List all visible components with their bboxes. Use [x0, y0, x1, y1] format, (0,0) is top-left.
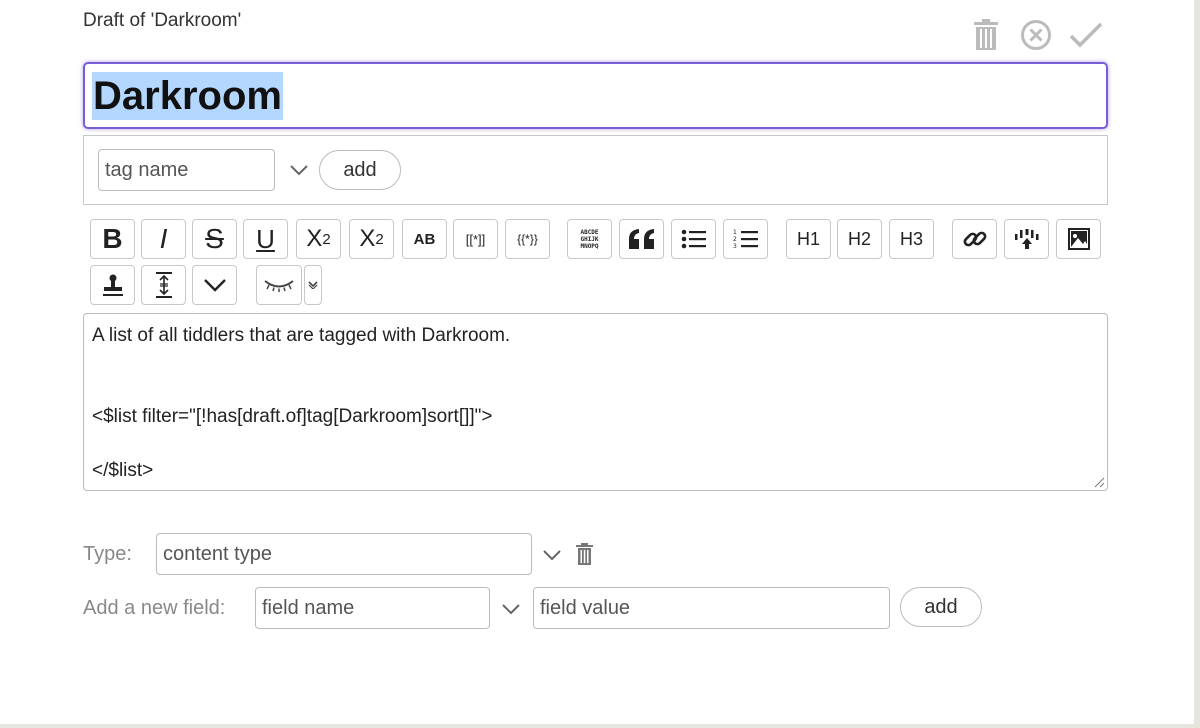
- mono-line-3: MNOPQ: [580, 242, 599, 250]
- title-text: Darkroom: [92, 71, 283, 120]
- stamp-button[interactable]: [90, 265, 135, 305]
- body-line: [92, 430, 1099, 457]
- mono-line-2: GHIJK: [580, 235, 599, 243]
- wikilink-label: [[*]]: [465, 231, 486, 247]
- type-label: Type:: [83, 543, 132, 565]
- link-icon: [963, 231, 986, 247]
- add-field-button[interactable]: add: [900, 587, 982, 627]
- window-edge-right: [1194, 0, 1200, 728]
- tag-row: tag name add: [83, 135, 1108, 205]
- subscript-base: X: [359, 225, 376, 252]
- chevron-down-icon: [502, 604, 520, 615]
- quote-button[interactable]: [619, 219, 664, 259]
- numbered-list-icon: 1 2 3: [733, 229, 758, 250]
- svg-text:2: 2: [733, 236, 737, 243]
- edit-controls: [968, 14, 1108, 56]
- draft-title: Draft of 'Darkroom': [83, 10, 242, 31]
- wikilink-button[interactable]: [[*]]: [453, 219, 498, 259]
- link-button[interactable]: [952, 219, 997, 259]
- heading-1-button[interactable]: H1: [786, 219, 831, 259]
- cancel-circle-icon: [1021, 20, 1051, 50]
- stamp-icon: [102, 274, 123, 296]
- superscript-button[interactable]: X2: [296, 219, 341, 259]
- save-button[interactable]: [1068, 17, 1104, 53]
- quote-icon: [628, 229, 654, 249]
- resize-handle-icon[interactable]: [1093, 476, 1105, 488]
- delete-button[interactable]: [968, 17, 1004, 53]
- body-line: [92, 349, 1099, 376]
- underline-label: U: [256, 223, 275, 254]
- body-line: A list of all tiddlers that are tagged w…: [92, 325, 511, 346]
- chevron-down-icon: [290, 165, 308, 176]
- checkmark-icon: [1069, 22, 1103, 48]
- more-tools-button[interactable]: [192, 265, 237, 305]
- preview-toggle-button[interactable]: [256, 265, 302, 305]
- chevron-down-icon: [203, 279, 226, 292]
- content-type-input[interactable]: content type: [156, 533, 532, 575]
- italic-label: I: [159, 223, 168, 254]
- body-line: <$list filter="[!has[draft.of]tag[Darkro…: [92, 406, 493, 427]
- mono-line-1: ABCDE: [580, 228, 599, 236]
- h3-label: H3: [899, 228, 923, 249]
- body-textarea[interactable]: A list of all tiddlers that are tagged w…: [83, 313, 1108, 491]
- heading-2-button[interactable]: H2: [837, 219, 882, 259]
- field-name-dropdown-button[interactable]: [497, 595, 525, 623]
- smallcaps-button[interactable]: AB: [402, 219, 447, 259]
- chevron-down-icon: [308, 281, 318, 289]
- svg-text:1: 1: [733, 229, 737, 236]
- bold-label: B: [102, 223, 123, 254]
- cancel-button[interactable]: [1018, 17, 1054, 53]
- window-edge-bottom: [0, 724, 1200, 728]
- trash-icon: [974, 19, 998, 50]
- image-icon: [1067, 228, 1090, 250]
- heading-3-button[interactable]: H3: [889, 219, 934, 259]
- text-size-icon: [155, 272, 172, 298]
- bullet-list-button[interactable]: [671, 219, 716, 259]
- field-value-input[interactable]: field value: [533, 587, 890, 629]
- transclude-label: {{*}}: [517, 232, 538, 246]
- subscript-button[interactable]: X2: [349, 219, 394, 259]
- underline-button[interactable]: U: [243, 219, 288, 259]
- preview-type-dropdown[interactable]: [304, 265, 322, 305]
- numbered-list-button[interactable]: 1 2 3: [723, 219, 768, 259]
- chevron-down-icon: [543, 550, 561, 561]
- field-name-input[interactable]: field name: [255, 587, 490, 629]
- type-dropdown-button[interactable]: [538, 541, 566, 569]
- trash-icon: [575, 543, 593, 565]
- strike-label: S: [205, 223, 224, 254]
- excise-button[interactable]: [1004, 219, 1049, 259]
- bold-button[interactable]: B: [90, 219, 135, 259]
- new-field-label: Add a new field:: [83, 597, 226, 619]
- text-size-button[interactable]: [141, 265, 186, 305]
- h2-label: H2: [847, 228, 871, 249]
- excise-icon: [1014, 229, 1038, 249]
- body-line: [92, 376, 1099, 403]
- transclude-button[interactable]: {{*}}: [505, 219, 550, 259]
- monospace-block-button[interactable]: ABCDE GHIJK MNOPQ: [567, 219, 612, 259]
- body-line: </$list>: [92, 460, 154, 481]
- type-delete-button[interactable]: [573, 541, 595, 567]
- subscript-mark: 2: [375, 230, 384, 248]
- svg-text:3: 3: [733, 243, 737, 250]
- image-button[interactable]: [1056, 219, 1101, 259]
- bullet-list-icon: [681, 229, 706, 249]
- tag-name-input[interactable]: tag name: [98, 149, 275, 191]
- strikethrough-button[interactable]: S: [192, 219, 237, 259]
- h1-label: H1: [796, 228, 820, 249]
- closed-eye-icon: [264, 280, 294, 292]
- add-tag-button[interactable]: add: [319, 150, 401, 190]
- smallcaps-label: AB: [413, 230, 436, 248]
- superscript-base: X: [306, 225, 323, 252]
- superscript-mark: 2: [322, 230, 331, 248]
- italic-button[interactable]: I: [141, 219, 186, 259]
- title-input[interactable]: Darkroom: [83, 62, 1108, 129]
- tag-dropdown-button[interactable]: [285, 156, 313, 184]
